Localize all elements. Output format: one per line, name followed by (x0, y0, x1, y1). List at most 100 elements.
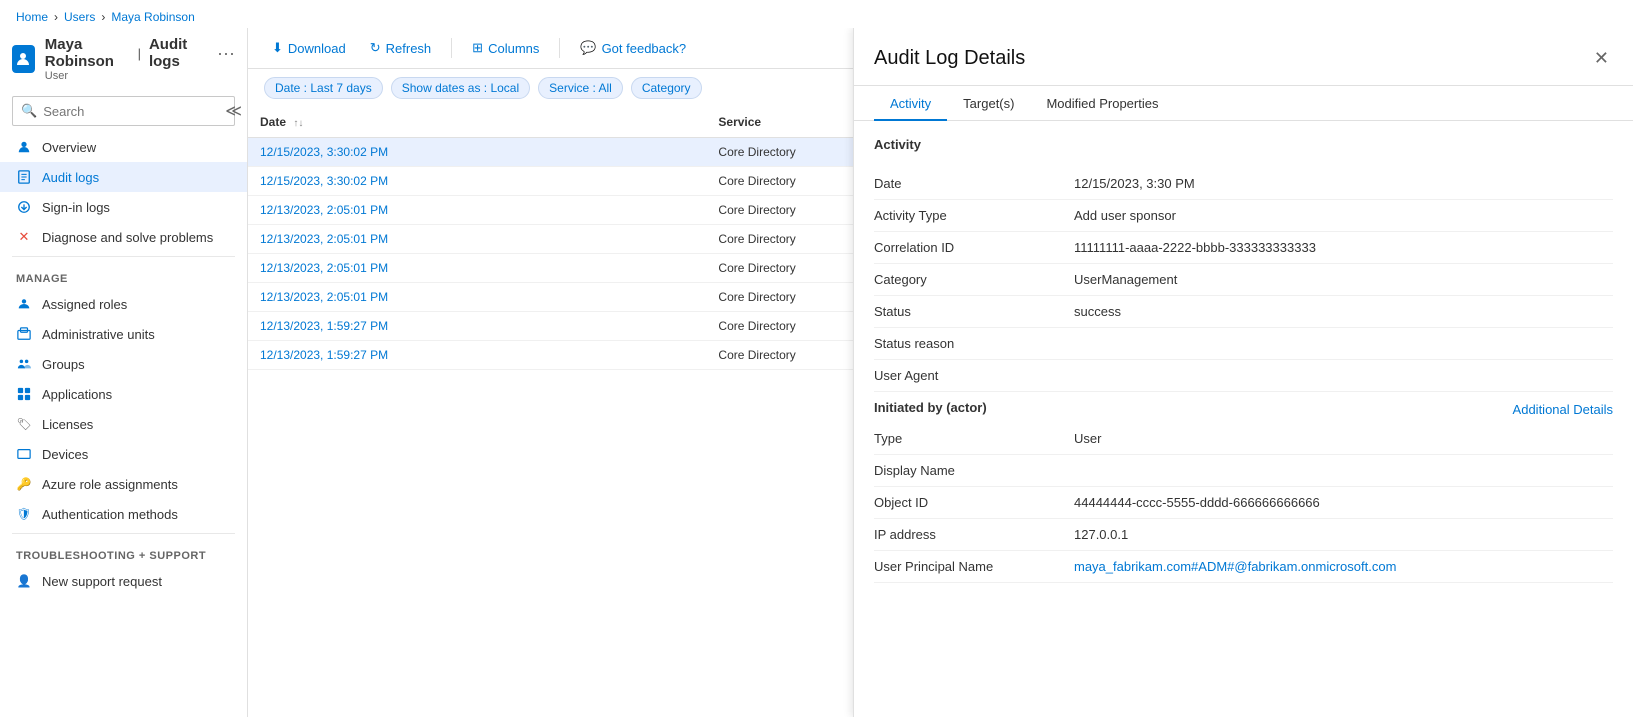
close-panel-button[interactable]: ✕ (1590, 44, 1613, 73)
role-icon (16, 296, 32, 312)
license-icon: 🏷 (16, 416, 32, 432)
sidebar-item-label: Licenses (42, 417, 93, 432)
tab-activity[interactable]: Activity (874, 86, 947, 121)
detail-row-type: Type User (874, 423, 1613, 455)
cell-date: 12/13/2023, 2:05:01 PM (248, 254, 706, 283)
signin-icon (16, 199, 32, 215)
wrench-icon: ✕ (16, 229, 32, 245)
sidebar-item-label: Assigned roles (42, 297, 127, 312)
sidebar-item-signinlogs[interactable]: Sign-in logs (0, 192, 247, 222)
breadcrumb-users[interactable]: Users (64, 10, 95, 24)
more-options-button[interactable]: ··· (217, 43, 235, 64)
sidebar-item-label: Sign-in logs (42, 200, 110, 215)
cell-date: 12/15/2023, 3:30:02 PM (248, 138, 706, 167)
cell-date: 12/13/2023, 1:59:27 PM (248, 312, 706, 341)
troubleshooting-label: Troubleshooting + Support (0, 538, 247, 566)
toolbar-separator-2 (559, 38, 560, 58)
sidebar: Maya Robinson | Audit logs ··· User 🔍 ≪ … (0, 28, 248, 717)
sort-icon: ↑↓ (293, 118, 303, 129)
cell-date: 12/13/2023, 1:59:27 PM (248, 341, 706, 370)
auditlog-icon (16, 169, 32, 185)
support-icon: 👤 (16, 573, 32, 589)
sidebar-item-assignedroles[interactable]: Assigned roles (0, 289, 247, 319)
detail-row-user-agent: User Agent (874, 360, 1613, 392)
sidebar-item-label: New support request (42, 574, 162, 589)
collapse-button[interactable]: ≪ (225, 101, 242, 121)
sidebar-item-applications[interactable]: Applications (0, 379, 247, 409)
detail-row-date: Date 12/15/2023, 3:30 PM (874, 168, 1613, 200)
sidebar-item-overview[interactable]: Overview (0, 132, 247, 162)
divider (12, 256, 235, 257)
detail-row-correlation-id: Correlation ID 11111111-aaaa-2222-bbbb-3… (874, 232, 1613, 264)
sidebar-item-diagnose[interactable]: ✕ Diagnose and solve problems (0, 222, 247, 252)
sidebar-item-adminunits[interactable]: Administrative units (0, 319, 247, 349)
detail-row-status-reason: Status reason (874, 328, 1613, 360)
sidebar-item-azurerole[interactable]: 🔑 Azure role assignments (0, 469, 247, 499)
sidebar-item-label: Azure role assignments (42, 477, 178, 492)
feedback-button[interactable]: 💬 Got feedback? (572, 36, 694, 60)
sidebar-item-label: Audit logs (42, 170, 99, 185)
admin-icon (16, 326, 32, 342)
search-box[interactable]: 🔍 ≪ (12, 96, 235, 126)
detail-row-ip-address: IP address 127.0.0.1 (874, 519, 1613, 551)
sidebar-item-label: Devices (42, 447, 88, 462)
sidebar-item-licenses[interactable]: 🏷 Licenses (0, 409, 247, 439)
panel-body: Activity Date 12/15/2023, 3:30 PM Activi… (854, 121, 1633, 717)
detail-row-category: Category UserManagement (874, 264, 1613, 296)
main-content: ⬇ Download ↻ Refresh ⊞ Columns 💬 Got fee… (248, 28, 1633, 717)
panel-header: Audit Log Details ✕ (854, 28, 1633, 86)
tab-modified-properties[interactable]: Modified Properties (1030, 86, 1174, 121)
sidebar-item-authmethods[interactable]: 🛡 Authentication methods (0, 499, 247, 529)
actor-section-header: Initiated by (actor) Additional Details (874, 400, 1613, 419)
sidebar-item-label: Groups (42, 357, 85, 372)
audit-log-details-panel: Audit Log Details ✕ Activity Target(s) M… (853, 28, 1633, 717)
detail-row-display-name: Display Name (874, 455, 1613, 487)
download-icon: ⬇ (272, 40, 283, 56)
sidebar-subtitle: User (45, 70, 235, 82)
sidebar-item-label: Overview (42, 140, 96, 155)
detail-row-object-id: Object ID 44444444-cccc-5555-dddd-666666… (874, 487, 1613, 519)
sidebar-item-newsupport[interactable]: 👤 New support request (0, 566, 247, 596)
sidebar-item-label: Diagnose and solve problems (42, 230, 213, 245)
search-icon: 🔍 (21, 103, 37, 119)
download-button[interactable]: ⬇ Download (264, 36, 354, 60)
sidebar-item-label: Administrative units (42, 327, 155, 342)
filter-date[interactable]: Date : Last 7 days (264, 77, 383, 99)
toolbar-separator (451, 38, 452, 58)
group-icon (16, 356, 32, 372)
feedback-icon: 💬 (580, 40, 596, 56)
apps-icon (16, 386, 32, 402)
actor-section-title: Initiated by (actor) (874, 400, 987, 419)
detail-row-activity-type: Activity Type Add user sponsor (874, 200, 1613, 232)
sidebar-item-groups[interactable]: Groups (0, 349, 247, 379)
sidebar-item-auditlogs[interactable]: Audit logs (0, 162, 247, 192)
filter-category[interactable]: Category (631, 77, 702, 99)
cell-date: 12/13/2023, 2:05:01 PM (248, 225, 706, 254)
sidebar-item-devices[interactable]: Devices (0, 439, 247, 469)
device-icon (16, 446, 32, 462)
breadcrumb-home[interactable]: Home (16, 10, 48, 24)
columns-button[interactable]: ⊞ Columns (464, 36, 547, 60)
filter-dates-as[interactable]: Show dates as : Local (391, 77, 530, 99)
columns-icon: ⊞ (472, 40, 483, 56)
tab-targets[interactable]: Target(s) (947, 86, 1030, 121)
azure-icon: 🔑 (16, 476, 32, 492)
cell-date: 12/13/2023, 2:05:01 PM (248, 283, 706, 312)
refresh-icon: ↻ (370, 40, 381, 56)
cell-date: 12/13/2023, 2:05:01 PM (248, 196, 706, 225)
detail-row-upn: User Principal Name maya_fabrikam.com#AD… (874, 551, 1613, 583)
detail-row-status: Status success (874, 296, 1613, 328)
refresh-button[interactable]: ↻ Refresh (362, 36, 439, 60)
sidebar-item-label: Applications (42, 387, 112, 402)
additional-details-link[interactable]: Additional Details (1513, 402, 1613, 417)
search-input[interactable] (43, 104, 219, 119)
sidebar-header: Maya Robinson | Audit logs ··· User (0, 28, 247, 90)
filter-service[interactable]: Service : All (538, 77, 623, 99)
sidebar-title: Maya Robinson | Audit logs ··· (45, 36, 235, 70)
col-date[interactable]: Date ↑↓ (248, 107, 706, 138)
breadcrumb-user[interactable]: Maya Robinson (111, 10, 194, 24)
manage-label: Manage (0, 261, 247, 289)
divider-2 (12, 533, 235, 534)
auth-icon: 🛡 (16, 506, 32, 522)
sidebar-item-label: Authentication methods (42, 507, 178, 522)
